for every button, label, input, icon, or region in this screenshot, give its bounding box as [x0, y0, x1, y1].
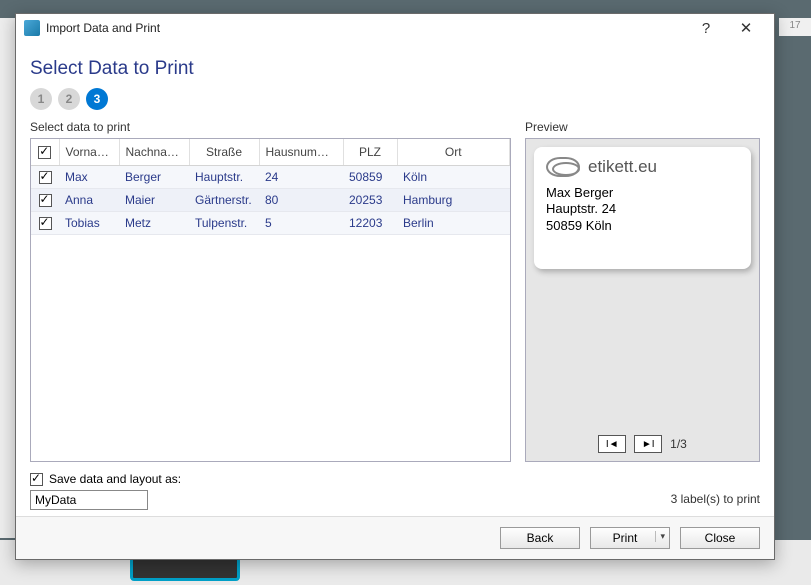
grid-header-row: Vorname Nachname Straße Hausnummer PLZ O…: [31, 139, 510, 165]
app-icon: [24, 20, 40, 36]
table-row[interactable]: Tobias Metz Tulpenstr. 5 12203 Berlin: [31, 212, 510, 235]
help-button[interactable]: ?: [686, 16, 726, 40]
table-row[interactable]: Max Berger Hauptstr. 24 50859 Köln: [31, 165, 510, 188]
data-grid[interactable]: Vorname Nachname Straße Hausnummer PLZ O…: [30, 138, 511, 462]
label-preview: etikett.eu Max Berger Hauptstr. 24 50859…: [534, 147, 751, 269]
tape-roll-icon: [546, 157, 580, 177]
col-nachname[interactable]: Nachname: [119, 139, 189, 165]
label-count: 3 label(s) to print: [30, 492, 760, 506]
print-button[interactable]: Print: [590, 527, 670, 549]
preview-next-button[interactable]: ►I: [634, 435, 662, 453]
save-layout-checkbox[interactable]: [30, 473, 43, 486]
preview-line-3: 50859 Köln: [546, 218, 739, 234]
preview-logo: etikett.eu: [546, 157, 739, 177]
col-plz[interactable]: PLZ: [343, 139, 397, 165]
background-sidebar: [0, 18, 15, 538]
step-1[interactable]: 1: [30, 88, 52, 110]
step-2[interactable]: 2: [58, 88, 80, 110]
logo-text: etikett.eu: [588, 157, 657, 177]
preview-panel: etikett.eu Max Berger Hauptstr. 24 50859…: [525, 138, 760, 462]
select-all-checkbox[interactable]: [38, 146, 51, 159]
col-vorname[interactable]: Vorname: [59, 139, 119, 165]
row-checkbox[interactable]: [39, 217, 52, 230]
row-checkbox[interactable]: [39, 194, 52, 207]
window-title: Import Data and Print: [46, 21, 160, 35]
page-title: Select Data to Print: [30, 58, 760, 80]
preview-line-1: Max Berger: [546, 185, 739, 201]
dialog-buttons: Back Print Close: [16, 516, 774, 559]
back-button[interactable]: Back: [500, 527, 580, 549]
wizard-steps: 1 2 3: [30, 88, 760, 110]
step-3[interactable]: 3: [86, 88, 108, 110]
preview-first-button[interactable]: I◄: [598, 435, 626, 453]
ruler-tick: 17: [779, 18, 811, 36]
save-layout-label: Save data and layout as:: [49, 472, 181, 486]
grid-label: Select data to print: [30, 120, 511, 134]
titlebar: Import Data and Print ? ✕: [16, 14, 774, 42]
import-data-dialog: Import Data and Print ? ✕ Select Data to…: [15, 13, 775, 560]
preview-label: Preview: [525, 120, 760, 134]
preview-page-indicator: 1/3: [670, 437, 687, 451]
col-ort[interactable]: Ort: [397, 139, 510, 165]
preview-line-2: Hauptstr. 24: [546, 201, 739, 217]
row-checkbox[interactable]: [39, 171, 52, 184]
table-row[interactable]: Anna Maier Gärtnerstr. 80 20253 Hamburg: [31, 188, 510, 211]
close-button[interactable]: Close: [680, 527, 760, 549]
col-hausnummer[interactable]: Hausnummer: [259, 139, 343, 165]
col-strasse[interactable]: Straße: [189, 139, 259, 165]
close-window-button[interactable]: ✕: [726, 16, 766, 40]
